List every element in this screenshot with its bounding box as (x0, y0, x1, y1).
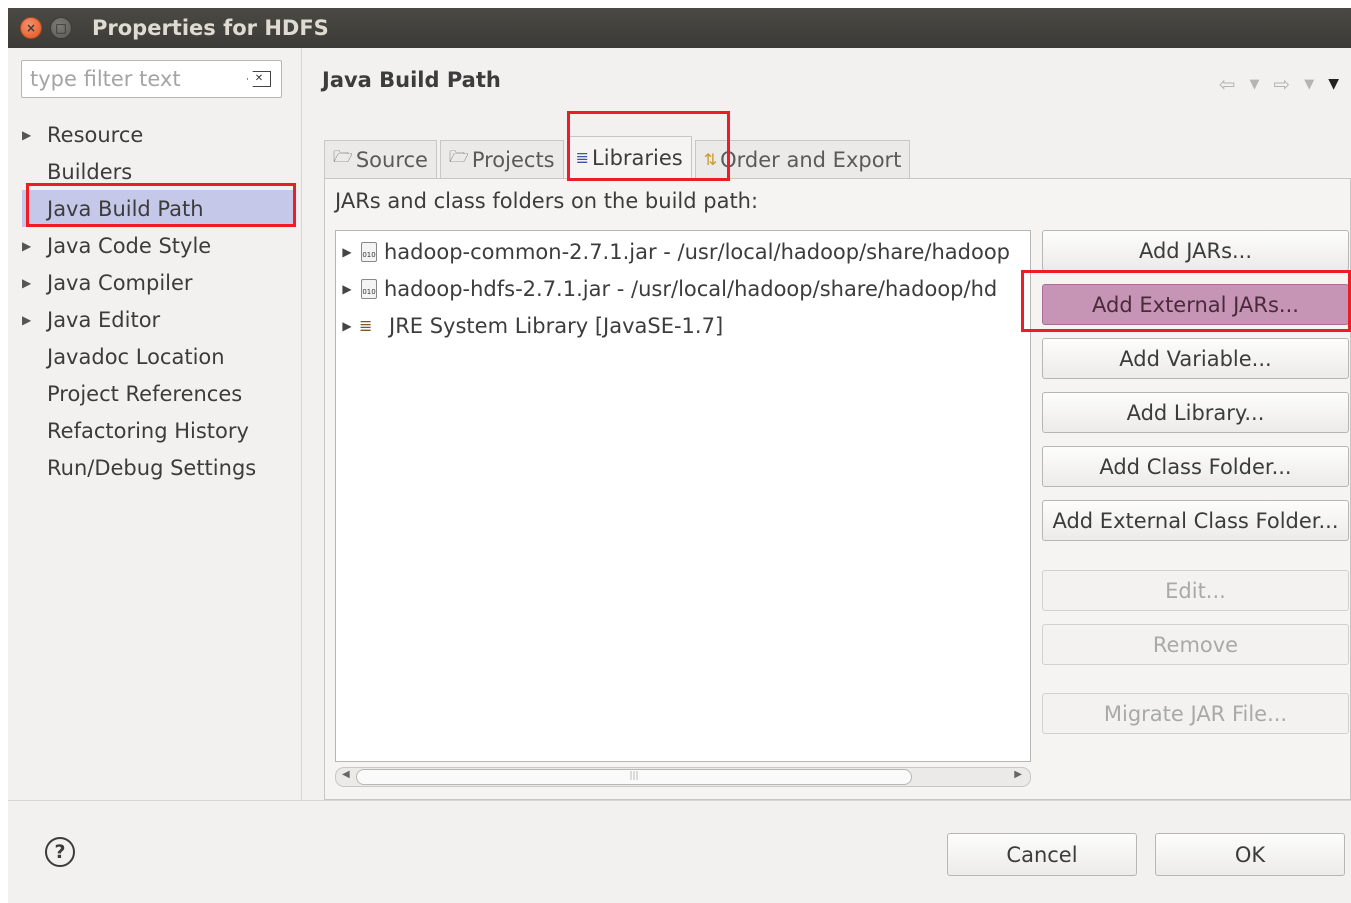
expand-arrow-icon[interactable]: ▶ (22, 239, 31, 253)
tree-item-label: Java Compiler (47, 270, 193, 295)
close-window-button[interactable]: × (20, 17, 42, 39)
properties-nav-pane: ✕ ▶ Resource Builders Java Build Path ▶ … (8, 48, 302, 800)
libraries-tab-panel: JARs and class folders on the build path… (324, 178, 1351, 800)
help-icon[interactable]: ? (45, 837, 75, 867)
add-class-folder-button[interactable]: Add Class Folder... (1042, 446, 1349, 487)
list-item[interactable]: ▶ ≣ JRE System Library [JavaSE-1.7] (336, 307, 723, 344)
list-item[interactable]: ▶ 010 hadoop-common-2.7.1.jar - /usr/loc… (336, 233, 1010, 270)
libraries-icon: ≣ (575, 148, 590, 167)
close-icon: × (25, 21, 37, 35)
forward-arrow-icon[interactable]: ⇨ (1273, 72, 1290, 96)
properties-tree: ▶ Resource Builders Java Build Path ▶ Ja… (8, 116, 301, 486)
tree-item-javadoc-location[interactable]: Javadoc Location (8, 338, 301, 375)
back-arrow-icon[interactable]: ⇦ (1219, 72, 1236, 96)
back-dropdown-icon[interactable]: ▼ (1249, 77, 1259, 92)
tab-label: Order and Export (720, 147, 902, 172)
tree-item-label: Builders (47, 159, 133, 184)
tree-item-builders[interactable]: Builders (8, 153, 301, 190)
jar-icon: 010 (361, 278, 377, 299)
tab-label: Projects (471, 147, 555, 172)
tab-source[interactable]: 🗁 Source (324, 140, 437, 178)
tree-item-label: Java Code Style (47, 233, 212, 258)
tree-item-run-debug-settings[interactable]: Run/Debug Settings (8, 449, 301, 486)
add-external-jars-button[interactable]: Add External JARs... (1042, 284, 1349, 325)
window-title: Properties for HDFS (92, 16, 329, 40)
tree-item-java-editor[interactable]: ▶ Java Editor (8, 301, 301, 338)
library-icon: ≣ (359, 316, 373, 335)
tree-item-java-build-path[interactable]: Java Build Path (22, 190, 294, 227)
tree-item-label: Javadoc Location (47, 344, 225, 369)
scroll-right-icon[interactable]: ▶ (1014, 769, 1022, 780)
add-jars-button[interactable]: Add JARs... (1042, 230, 1349, 271)
add-external-class-folder-button[interactable]: Add External Class Folder... (1042, 500, 1349, 541)
tree-item-project-references[interactable]: Project References (8, 375, 301, 412)
order-export-icon: ⇅ (703, 150, 718, 169)
tree-item-refactoring-history[interactable]: Refactoring History (8, 412, 301, 449)
tree-item-label: Java Build Path (47, 196, 204, 221)
expand-arrow-icon[interactable]: ▶ (22, 128, 31, 142)
expand-arrow-icon[interactable]: ▶ (22, 313, 31, 327)
filter-box: ✕ (21, 60, 282, 98)
tree-item-java-compiler[interactable]: ▶ Java Compiler (8, 264, 301, 301)
clear-filter-icon[interactable]: ✕ (247, 71, 271, 87)
add-library-button[interactable]: Add Library... (1042, 392, 1349, 433)
ok-button[interactable]: OK (1155, 833, 1345, 876)
migrate-jar-file-button[interactable]: Migrate JAR File... (1042, 693, 1349, 734)
expand-arrow-icon[interactable]: ▶ (337, 282, 357, 296)
remove-button[interactable]: Remove (1042, 624, 1349, 665)
tree-item-label: Run/Debug Settings (47, 455, 257, 480)
tree-item-label: Project References (47, 381, 243, 406)
edit-button[interactable]: Edit... (1042, 570, 1349, 611)
tab-label: Source (355, 147, 428, 172)
tab-libraries[interactable]: ≣ Libraries (566, 136, 692, 178)
scroll-thumb[interactable]: ||| (356, 769, 912, 785)
tree-item-java-code-style[interactable]: ▶ Java Code Style (8, 227, 301, 264)
tree-item-label: Refactoring History (47, 418, 249, 443)
tree-item-label: Resource (47, 122, 144, 147)
properties-dialog: × □ Properties for HDFS ✕ ▶ Resource Bui… (8, 8, 1351, 903)
tree-item-resource[interactable]: ▶ Resource (8, 116, 301, 153)
tab-label: Libraries (592, 145, 683, 170)
list-item[interactable]: ▶ 010 hadoop-hdfs-2.7.1.jar - /usr/local… (336, 270, 997, 307)
scroll-left-icon[interactable]: ◀ (342, 769, 350, 780)
view-menu-icon[interactable]: ▼ (1328, 76, 1339, 92)
source-folder-icon: 🗁 (333, 147, 353, 166)
jar-icon: 010 (361, 241, 377, 262)
expand-arrow-icon[interactable]: ▶ (337, 319, 357, 333)
library-label: JRE System Library [JavaSE-1.7] (389, 313, 724, 338)
build-path-page: Java Build Path ⇦ ▼ ⇨ ▼ ▼ 🗁 Source 🗁 Pro… (302, 48, 1351, 800)
minimize-window-button[interactable]: □ (50, 17, 72, 39)
footer-divider (8, 800, 1351, 801)
tab-order-and-export[interactable]: ⇅ Order and Export (694, 140, 911, 178)
expand-arrow-icon[interactable]: ▶ (337, 245, 357, 259)
cancel-button[interactable]: Cancel (947, 833, 1137, 876)
horizontal-scrollbar[interactable]: ◀ ||| ▶ (335, 767, 1031, 787)
title-bar: × □ Properties for HDFS (8, 8, 1351, 48)
library-label: hadoop-hdfs-2.7.1.jar - /usr/local/hadoo… (384, 276, 998, 301)
expand-arrow-icon[interactable]: ▶ (22, 276, 31, 290)
history-nav: ⇦ ▼ ⇨ ▼ ▼ (1219, 72, 1339, 96)
tab-projects[interactable]: 🗁 Projects (439, 140, 564, 178)
tree-item-label: Java Editor (47, 307, 161, 332)
filter-input[interactable] (28, 66, 247, 92)
page-title: Java Build Path (322, 68, 501, 92)
forward-dropdown-icon[interactable]: ▼ (1304, 77, 1314, 92)
build-path-tabs: 🗁 Source 🗁 Projects ≣ Libraries ⇅ Order … (324, 136, 913, 178)
projects-folder-icon: 🗁 (448, 147, 469, 166)
panel-description: JARs and class folders on the build path… (335, 189, 759, 213)
libraries-tree[interactable]: ▶ 010 hadoop-common-2.7.1.jar - /usr/loc… (335, 230, 1031, 762)
add-variable-button[interactable]: Add Variable... (1042, 338, 1349, 379)
minimize-icon: □ (55, 21, 67, 35)
library-label: hadoop-common-2.7.1.jar - /usr/local/had… (384, 239, 1011, 264)
